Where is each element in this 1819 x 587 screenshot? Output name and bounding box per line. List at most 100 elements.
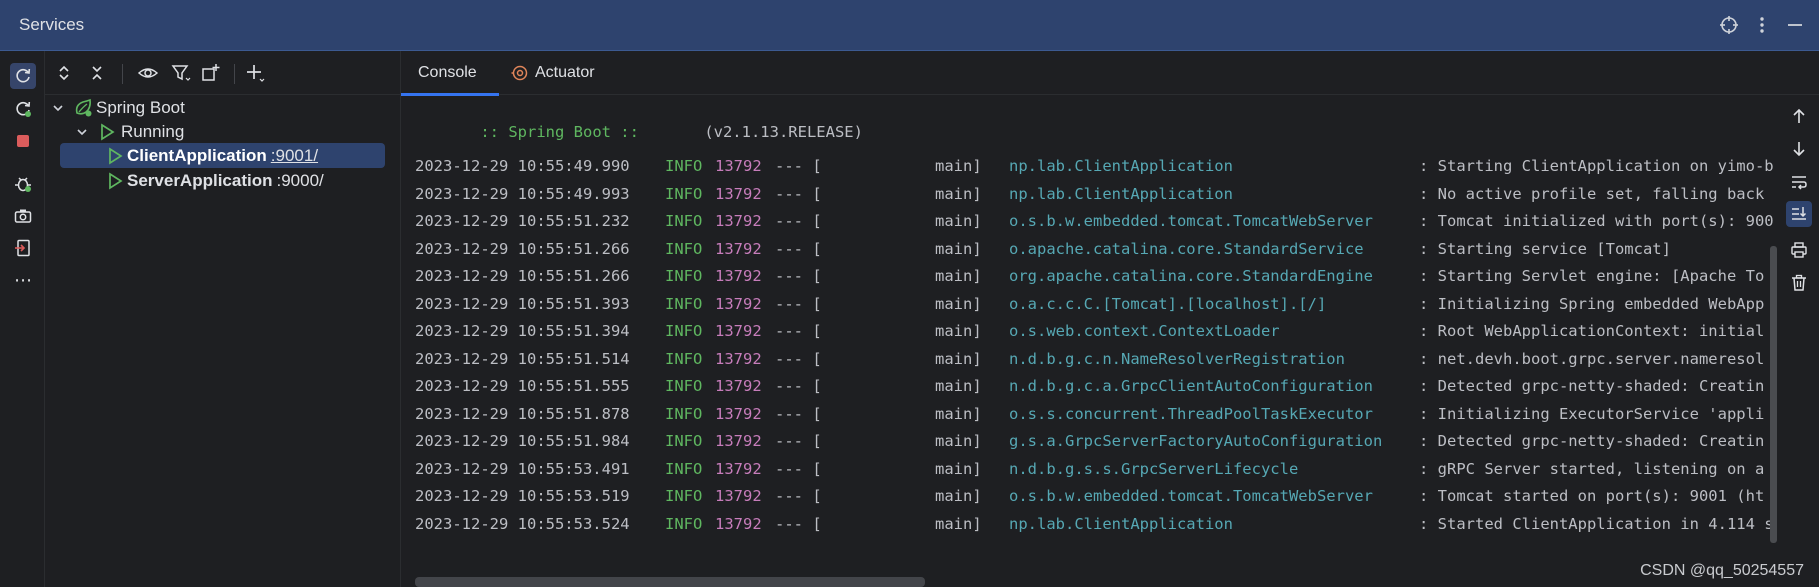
expand-all-icon[interactable] [52, 61, 76, 85]
scroll-down-icon[interactable] [1786, 136, 1812, 162]
log-separator: --- [ [775, 184, 822, 203]
console-panel: Console Actuator :: Spring Boot :: (v2.1… [401, 51, 1819, 587]
login-icon[interactable] [10, 235, 36, 261]
run-icon [107, 171, 123, 190]
log-message: : Initializing Spring embedded WebApp [1419, 294, 1765, 313]
target-icon[interactable] [1717, 13, 1741, 37]
log-logger[interactable]: g.s.a.GrpcServerFactoryAutoConfiguration [1009, 430, 1382, 452]
log-thread: main] [935, 349, 982, 368]
log-pid: 13792 [715, 514, 762, 533]
log-thread: main] [935, 239, 982, 258]
chevron-down-icon[interactable] [51, 101, 67, 115]
log-level: INFO [665, 404, 703, 423]
services-titlebar: Services [0, 0, 1819, 51]
app-name: ServerApplication [127, 170, 273, 190]
log-logger[interactable]: o.s.web.context.ContextLoader [1009, 320, 1280, 342]
log-message: : No active profile set, falling back [1419, 184, 1765, 203]
watermark: CSDN @qq_50254557 [1640, 562, 1804, 579]
tab-actuator-label: Actuator [535, 64, 595, 81]
log-logger[interactable]: o.s.b.w.embedded.tomcat.TomcatWebServer [1009, 485, 1373, 507]
tree-node-spring-boot[interactable]: Spring Boot [51, 95, 391, 120]
log-pid: 13792 [715, 377, 762, 395]
log-message: : Started ClientApplication in 4.114 s [1419, 514, 1774, 533]
toolbar-divider [234, 64, 235, 84]
log-logger[interactable]: np.lab.ClientApplication [1009, 513, 1233, 535]
scroll-up-icon[interactable] [1786, 103, 1812, 129]
log-timestamp: 2023-12-29 10:55:51.555 [415, 377, 630, 395]
log-logger[interactable]: n.d.b.g.s.s.GrpcServerLifecycle [1009, 458, 1298, 480]
log-message: : Starting ClientApplication on yimo-b [1419, 157, 1774, 175]
tree-node-running[interactable]: Running [75, 119, 391, 144]
log-timestamp: 2023-12-29 10:55:51.984 [415, 432, 630, 450]
log-separator: --- [ [775, 459, 822, 478]
log-timestamp: 2023-12-29 10:55:51.232 [415, 212, 630, 230]
console-output[interactable]: :: Spring Boot :: (v2.1.13.RELEASE) 2023… [415, 95, 1785, 587]
soft-wrap-icon[interactable] [1786, 169, 1812, 195]
log-level: INFO [665, 514, 703, 533]
tab-console[interactable]: Console [401, 51, 499, 96]
log-thread: main] [935, 459, 982, 478]
log-timestamp: 2023-12-29 10:55:51.266 [415, 267, 630, 285]
log-timestamp: 2023-12-29 10:55:53.491 [415, 459, 630, 478]
tree-node-server-application[interactable]: ServerApplication :9000/ [60, 168, 385, 193]
log-timestamp: 2023-12-29 10:55:51.394 [415, 322, 630, 340]
log-separator: --- [ [775, 514, 822, 533]
new-group-icon[interactable] [199, 61, 223, 85]
tab-actuator[interactable]: Actuator [511, 51, 621, 95]
restart-icon[interactable] [10, 96, 36, 122]
more-icon[interactable]: ⋯ [10, 267, 36, 293]
log-level: INFO [665, 294, 703, 313]
log-message: : Root WebApplicationContext: initial [1419, 322, 1765, 340]
log-pid: 13792 [715, 294, 762, 313]
log-pid: 13792 [715, 404, 762, 423]
run-icon [107, 146, 123, 165]
log-logger[interactable]: np.lab.ClientApplication [1009, 183, 1233, 205]
log-level: INFO [665, 157, 703, 175]
tree-node-client-application[interactable]: ClientApplication :9001/ [60, 143, 385, 168]
vertical-scrollbar[interactable] [1770, 246, 1777, 543]
log-logger[interactable]: np.lab.ClientApplication [1009, 155, 1233, 177]
stop-icon[interactable] [10, 128, 36, 154]
app-port-link[interactable]: :9001/ [271, 146, 318, 166]
log-level: INFO [665, 267, 703, 285]
clear-icon[interactable] [1786, 270, 1812, 296]
minimize-icon[interactable] [1783, 13, 1807, 37]
log-separator: --- [ [775, 404, 822, 423]
tab-bar: Console Actuator [401, 51, 1819, 96]
log-message: : Starting Servlet engine: [Apache To [1419, 267, 1765, 285]
chevron-down-icon[interactable] [75, 125, 91, 139]
debug-icon[interactable] [10, 171, 36, 197]
log-logger[interactable]: o.apache.catalina.core.StandardService [1009, 238, 1364, 260]
horizontal-scrollbar[interactable] [415, 577, 925, 587]
app-name: ClientApplication [127, 145, 267, 165]
log-logger[interactable]: o.s.s.concurrent.ThreadPoolTaskExecutor [1009, 403, 1373, 425]
add-icon[interactable] [243, 61, 267, 85]
scroll-to-end-icon[interactable] [1786, 201, 1812, 227]
log-message: : net.devh.boot.grpc.server.nameresol [1419, 349, 1765, 368]
log-separator: --- [ [775, 377, 822, 395]
eye-icon[interactable] [136, 61, 160, 85]
log-thread: main] [935, 294, 982, 313]
toolbar-divider [122, 64, 123, 84]
camera-icon[interactable] [10, 203, 36, 229]
log-thread: main] [935, 322, 982, 340]
more-vertical-icon[interactable] [1750, 13, 1774, 37]
log-level: INFO [665, 432, 703, 450]
log-timestamp: 2023-12-29 10:55:49.990 [415, 157, 630, 175]
log-level: INFO [665, 212, 703, 230]
log-logger[interactable]: o.s.b.w.embedded.tomcat.TomcatWebServer [1009, 210, 1373, 232]
services-tree-panel: Spring Boot Running ClientApplication :9… [45, 51, 401, 587]
log-pid: 13792 [715, 239, 762, 258]
log-logger[interactable]: org.apache.catalina.core.StandardEngine [1009, 265, 1373, 287]
refresh-icon[interactable] [10, 63, 36, 89]
print-icon[interactable] [1786, 237, 1812, 263]
log-logger[interactable]: n.d.b.g.c.n.NameResolverRegistration [1009, 348, 1345, 370]
filter-icon[interactable] [169, 61, 193, 85]
collapse-all-icon[interactable] [85, 61, 109, 85]
log-timestamp: 2023-12-29 10:55:51.878 [415, 404, 630, 423]
log-logger[interactable]: n.d.b.g.c.a.GrpcClientAutoConfiguration [1009, 375, 1373, 397]
log-timestamp: 2023-12-29 10:55:49.993 [415, 184, 630, 203]
log-logger[interactable]: o.a.c.c.C.[Tomcat].[localhost].[/] [1009, 293, 1326, 315]
app-port-link[interactable]: :9000/ [277, 171, 324, 191]
log-thread: main] [935, 184, 982, 203]
